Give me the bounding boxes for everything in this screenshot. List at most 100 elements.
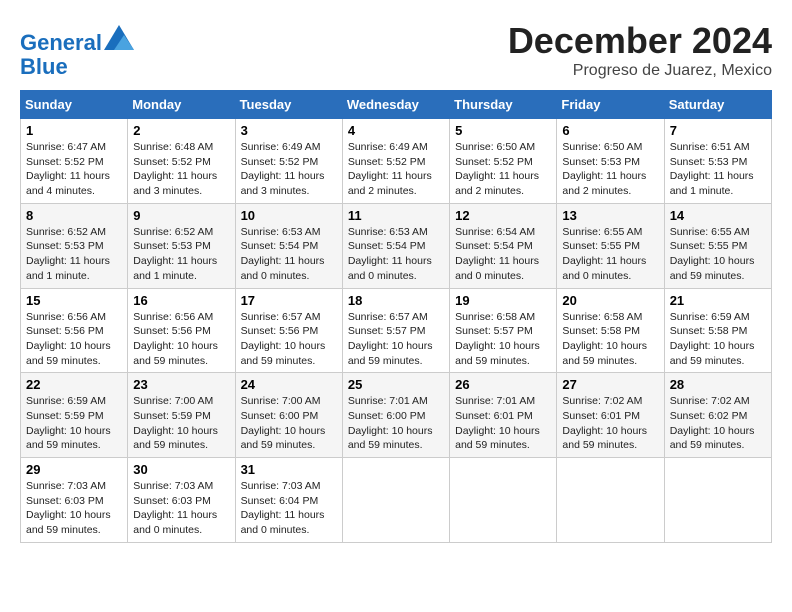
day-info: Sunrise: 7:03 AM Sunset: 6:03 PM Dayligh…: [133, 479, 229, 538]
col-friday: Friday: [557, 91, 664, 119]
day-info: Sunrise: 6:56 AM Sunset: 5:56 PM Dayligh…: [26, 310, 122, 369]
day-info: Sunrise: 7:00 AM Sunset: 6:00 PM Dayligh…: [241, 394, 337, 453]
day-number: 2: [133, 123, 229, 138]
table-row: 22 Sunrise: 6:59 AM Sunset: 5:59 PM Dayli…: [21, 373, 128, 458]
day-info: Sunrise: 7:03 AM Sunset: 6:03 PM Dayligh…: [26, 479, 122, 538]
day-number: 18: [348, 293, 444, 308]
table-row: 13 Sunrise: 6:55 AM Sunset: 5:55 PM Dayli…: [557, 203, 664, 288]
day-info: Sunrise: 7:01 AM Sunset: 6:00 PM Dayligh…: [348, 394, 444, 453]
col-thursday: Thursday: [450, 91, 557, 119]
title-block: December 2024 Progreso de Juarez, Mexico: [508, 20, 772, 80]
day-number: 27: [562, 377, 658, 392]
table-row: 31 Sunrise: 7:03 AM Sunset: 6:04 PM Dayli…: [235, 458, 342, 543]
table-row: 26 Sunrise: 7:01 AM Sunset: 6:01 PM Dayli…: [450, 373, 557, 458]
location-title: Progreso de Juarez, Mexico: [508, 62, 772, 80]
table-row: 12 Sunrise: 6:54 AM Sunset: 5:54 PM Dayli…: [450, 203, 557, 288]
day-info: Sunrise: 6:54 AM Sunset: 5:54 PM Dayligh…: [455, 225, 551, 284]
day-number: 10: [241, 208, 337, 223]
day-number: 25: [348, 377, 444, 392]
day-info: Sunrise: 6:50 AM Sunset: 5:52 PM Dayligh…: [455, 140, 551, 199]
day-info: Sunrise: 6:51 AM Sunset: 5:53 PM Dayligh…: [670, 140, 766, 199]
table-row: 30 Sunrise: 7:03 AM Sunset: 6:03 PM Dayli…: [128, 458, 235, 543]
day-info: Sunrise: 6:56 AM Sunset: 5:56 PM Dayligh…: [133, 310, 229, 369]
day-info: Sunrise: 6:59 AM Sunset: 5:58 PM Dayligh…: [670, 310, 766, 369]
day-info: Sunrise: 6:53 AM Sunset: 5:54 PM Dayligh…: [348, 225, 444, 284]
day-number: 28: [670, 377, 766, 392]
calendar-week-3: 15Sunrise: 6:56 AM Sunset: 5:56 PM Dayli…: [21, 288, 772, 373]
table-row: 15Sunrise: 6:56 AM Sunset: 5:56 PM Dayli…: [21, 288, 128, 373]
table-row: 5 Sunrise: 6:50 AM Sunset: 5:52 PM Daylig…: [450, 119, 557, 204]
col-tuesday: Tuesday: [235, 91, 342, 119]
table-row: [664, 458, 771, 543]
day-info: Sunrise: 7:01 AM Sunset: 6:01 PM Dayligh…: [455, 394, 551, 453]
logo-text: GeneralBlue: [20, 25, 134, 79]
day-number: 12: [455, 208, 551, 223]
day-number: 22: [26, 377, 122, 392]
day-number: 11: [348, 208, 444, 223]
day-number: 30: [133, 462, 229, 477]
table-row: 9Sunrise: 6:52 AM Sunset: 5:53 PM Daylig…: [128, 203, 235, 288]
header-row: Sunday Monday Tuesday Wednesday Thursday…: [21, 91, 772, 119]
day-info: Sunrise: 6:50 AM Sunset: 5:53 PM Dayligh…: [562, 140, 658, 199]
day-number: 16: [133, 293, 229, 308]
day-info: Sunrise: 6:52 AM Sunset: 5:53 PM Dayligh…: [26, 225, 122, 284]
day-number: 20: [562, 293, 658, 308]
month-title: December 2024: [508, 20, 772, 62]
col-saturday: Saturday: [664, 91, 771, 119]
day-number: 13: [562, 208, 658, 223]
day-number: 3: [241, 123, 337, 138]
table-row: 16 Sunrise: 6:56 AM Sunset: 5:56 PM Dayli…: [128, 288, 235, 373]
calendar-week-1: 1 Sunrise: 6:47 AM Sunset: 5:52 PM Daylig…: [21, 119, 772, 204]
day-number: 19: [455, 293, 551, 308]
day-info: Sunrise: 6:57 AM Sunset: 5:57 PM Dayligh…: [348, 310, 444, 369]
day-number: 29: [26, 462, 122, 477]
day-info: Sunrise: 6:47 AM Sunset: 5:52 PM Dayligh…: [26, 140, 122, 199]
day-number: 24: [241, 377, 337, 392]
table-row: 25 Sunrise: 7:01 AM Sunset: 6:00 PM Dayli…: [342, 373, 449, 458]
table-row: 2 Sunrise: 6:48 AM Sunset: 5:52 PM Daylig…: [128, 119, 235, 204]
logo-icon: [104, 25, 134, 50]
calendar-body: 1 Sunrise: 6:47 AM Sunset: 5:52 PM Daylig…: [21, 119, 772, 543]
col-sunday: Sunday: [21, 91, 128, 119]
day-number: 8: [26, 208, 122, 223]
day-number: 31: [241, 462, 337, 477]
day-info: Sunrise: 6:58 AM Sunset: 5:58 PM Dayligh…: [562, 310, 658, 369]
day-number: 21: [670, 293, 766, 308]
day-number: 7: [670, 123, 766, 138]
table-row: 11 Sunrise: 6:53 AM Sunset: 5:54 PM Dayli…: [342, 203, 449, 288]
table-row: 3 Sunrise: 6:49 AM Sunset: 5:52 PM Daylig…: [235, 119, 342, 204]
col-monday: Monday: [128, 91, 235, 119]
day-number: 23: [133, 377, 229, 392]
table-row: 7 Sunrise: 6:51 AM Sunset: 5:53 PM Daylig…: [664, 119, 771, 204]
table-row: 28 Sunrise: 7:02 AM Sunset: 6:02 PM Dayli…: [664, 373, 771, 458]
day-number: 6: [562, 123, 658, 138]
calendar-week-2: 8 Sunrise: 6:52 AM Sunset: 5:53 PM Daylig…: [21, 203, 772, 288]
day-number: 4: [348, 123, 444, 138]
day-info: Sunrise: 7:02 AM Sunset: 6:02 PM Dayligh…: [670, 394, 766, 453]
table-row: 18 Sunrise: 6:57 AM Sunset: 5:57 PM Dayli…: [342, 288, 449, 373]
day-info: Sunrise: 6:52 AM Sunset: 5:53 PM Dayligh…: [133, 225, 229, 284]
table-row: [450, 458, 557, 543]
day-info: Sunrise: 6:55 AM Sunset: 5:55 PM Dayligh…: [670, 225, 766, 284]
col-wednesday: Wednesday: [342, 91, 449, 119]
calendar-week-5: 29 Sunrise: 7:03 AM Sunset: 6:03 PM Dayli…: [21, 458, 772, 543]
table-row: 20 Sunrise: 6:58 AM Sunset: 5:58 PM Dayli…: [557, 288, 664, 373]
day-info: Sunrise: 6:48 AM Sunset: 5:52 PM Dayligh…: [133, 140, 229, 199]
table-row: 10Sunrise: 6:53 AM Sunset: 5:54 PM Dayli…: [235, 203, 342, 288]
table-row: 14Sunrise: 6:55 AM Sunset: 5:55 PM Dayli…: [664, 203, 771, 288]
table-row: 21 Sunrise: 6:59 AM Sunset: 5:58 PM Dayli…: [664, 288, 771, 373]
table-row: 23 Sunrise: 7:00 AM Sunset: 5:59 PM Dayli…: [128, 373, 235, 458]
calendar-week-4: 22 Sunrise: 6:59 AM Sunset: 5:59 PM Dayli…: [21, 373, 772, 458]
day-info: Sunrise: 7:03 AM Sunset: 6:04 PM Dayligh…: [241, 479, 337, 538]
day-number: 26: [455, 377, 551, 392]
table-row: 1 Sunrise: 6:47 AM Sunset: 5:52 PM Daylig…: [21, 119, 128, 204]
table-row: 17Sunrise: 6:57 AM Sunset: 5:56 PM Dayli…: [235, 288, 342, 373]
day-number: 17: [241, 293, 337, 308]
day-number: 5: [455, 123, 551, 138]
day-number: 1: [26, 123, 122, 138]
day-info: Sunrise: 7:00 AM Sunset: 5:59 PM Dayligh…: [133, 394, 229, 453]
table-row: [557, 458, 664, 543]
day-info: Sunrise: 6:55 AM Sunset: 5:55 PM Dayligh…: [562, 225, 658, 284]
day-info: Sunrise: 6:59 AM Sunset: 5:59 PM Dayligh…: [26, 394, 122, 453]
day-info: Sunrise: 6:49 AM Sunset: 5:52 PM Dayligh…: [241, 140, 337, 199]
